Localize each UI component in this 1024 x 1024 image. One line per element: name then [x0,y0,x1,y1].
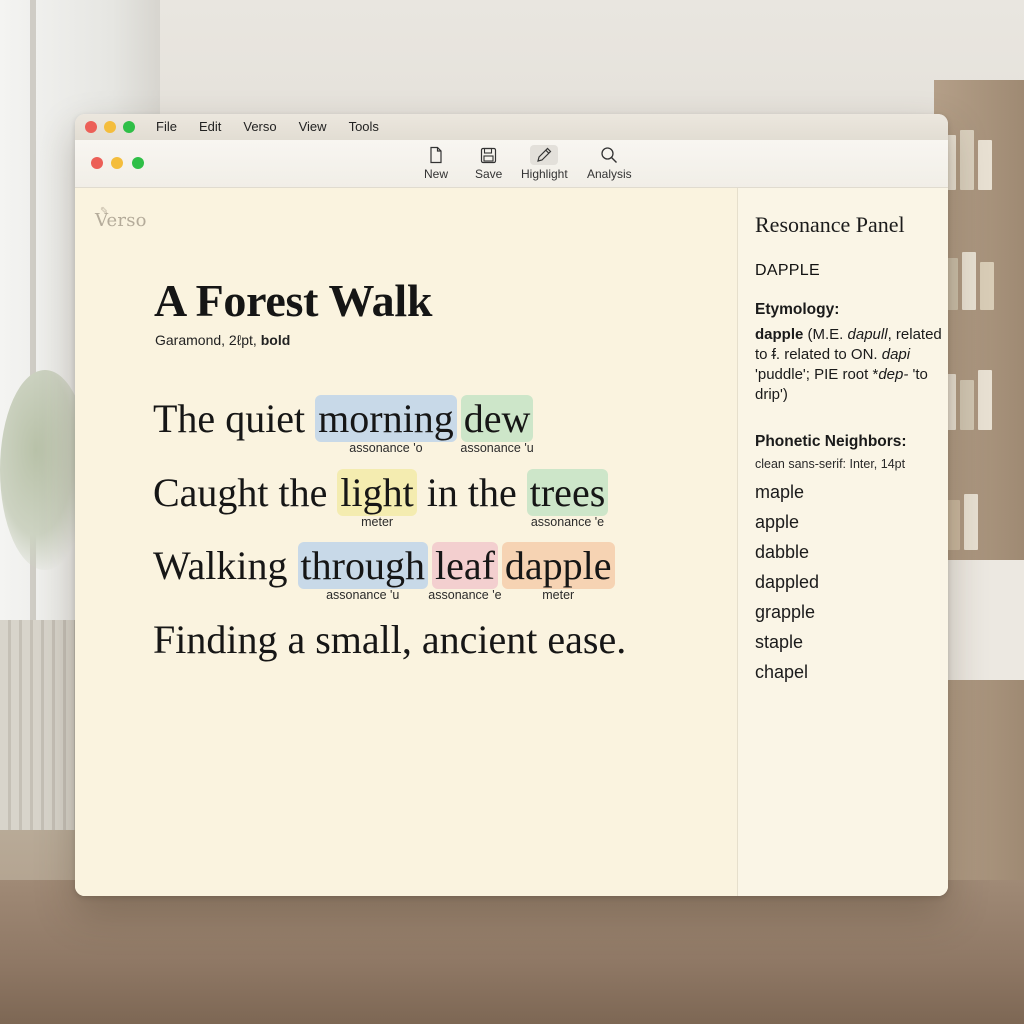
poem-line-4[interactable]: Finding a small, ancient ease. [153,616,626,666]
annotation-tag: assonance 'e [428,588,502,602]
poem-line-1[interactable]: The quiet morning assonance 'o dew assonanc… [153,395,534,455]
word-text: morning [318,396,454,441]
neighbor-item[interactable]: chapel [755,660,819,690]
annotation-tag: meter [361,515,394,529]
menubar-close-button[interactable] [85,121,97,133]
word-text: through [300,543,425,588]
word-text: dapple [504,543,612,588]
system-menubar: File Edit Verso View Tools [75,114,948,141]
zoom-button[interactable] [132,157,144,169]
font-info-bold: bold [260,332,291,348]
poem-line-3[interactable]: Walking through assonance 'u leaf assonance… [153,542,615,602]
word-text: light [340,470,414,515]
analysis-button[interactable]: Analysis [587,145,632,181]
ety-word: dapple [755,326,804,343]
app-window: New Save Highlight Analysis ✎ Verso A Fo… [75,140,948,896]
menu-edit[interactable]: Edit [199,118,221,136]
neighbor-item[interactable]: staple [755,630,819,660]
new-button[interactable]: New [424,145,448,181]
phonetic-neighbors-heading: Phonetic Neighbors: [755,433,907,450]
word-text: dew [463,396,531,441]
save-button[interactable]: Save [475,145,502,181]
highlighted-word[interactable]: dapple meter [501,542,615,602]
neighbor-item[interactable]: apple [755,510,819,540]
annotation-tag: assonance 'o [349,441,423,455]
highlighted-word[interactable]: dew assonance 'u [460,395,534,455]
ety-part: 'puddle'; PIE root * [755,366,879,383]
analysis-label: Analysis [587,167,632,181]
word-text: trees [529,470,606,515]
annotation-tag: assonance 'u [460,441,534,455]
annotation-tag: meter [542,588,575,602]
highlighted-word[interactable]: trees assonance 'e [526,469,609,529]
panel-title: Resonance Panel [755,212,905,237]
etymology-heading: Etymology: [755,301,840,318]
phonetic-neighbors-list: maple apple dabble dappled grapple stapl… [755,480,819,690]
line-text: The quiet [153,396,306,441]
line-text: Caught the [153,470,328,515]
background-radiator [0,620,80,830]
document-icon [425,145,447,165]
menubar-zoom-button[interactable] [123,121,135,133]
ety-me: dapull [847,326,888,343]
save-label: Save [475,167,503,181]
line-text: Walking [153,543,288,588]
selected-word: DAPPLE [755,262,820,279]
poem-line-2[interactable]: Caught the light meter in the trees assona… [153,469,609,529]
highlighted-word[interactable]: through assonance 'u [297,542,428,602]
highlight-label: Highlight [521,167,568,181]
editor-canvas[interactable]: ✎ Verso A Forest Walk Garamond, 2ℓpt, bo… [75,188,737,896]
neighbor-item[interactable]: dabble [755,540,819,570]
minimize-button[interactable] [111,157,123,169]
neighbor-item[interactable]: maple [755,480,819,510]
magnifier-icon [598,145,620,165]
phonetic-neighbors-subtitle: clean sans-serif: Inter, 14pt [755,457,906,471]
ety-part: . related to ON. [775,346,882,363]
font-info-prefix: Garamond, 2 [155,332,237,348]
toolbar: New Save Highlight Analysis [75,140,948,188]
outer-window: File Edit Verso View Tools New Save High… [75,114,948,896]
close-button[interactable] [91,157,103,169]
verso-logo: ✎ Verso [95,206,147,231]
highlighted-word[interactable]: leaf assonance 'e [428,542,502,602]
pencil-icon [530,145,559,165]
annotation-tag: assonance 'e [530,515,605,529]
resonance-panel: Resonance Panel DAPPLE Etymology: dapple… [738,188,948,896]
new-label: New [424,167,449,181]
floppy-disk-icon [478,145,500,165]
poem-title[interactable]: A Forest Walk [154,274,432,327]
feather-icon: ✎ [100,206,109,217]
highlighted-word[interactable]: light meter [337,469,417,529]
menu-items: File Edit Verso View Tools [156,118,401,136]
ety-pie: dep- [878,366,909,383]
menubar-minimize-button[interactable] [104,121,116,133]
highlight-button[interactable]: Highlight [521,145,568,181]
annotation-tag: assonance 'u [326,588,400,602]
word-text: leaf [434,543,495,588]
line-text: in the [426,470,517,515]
neighbor-item[interactable]: dappled [755,570,819,600]
etymology-text: dapple (M.E. dapull, related to ᵮ. relat… [755,325,945,405]
neighbor-item[interactable]: grapple [755,600,819,630]
menu-view[interactable]: View [299,118,327,136]
menu-tools[interactable]: Tools [349,118,379,136]
ety-part: (M.E. [803,326,848,343]
menu-verso[interactable]: Verso [243,118,276,136]
background-floor [0,880,1024,1024]
font-info: Garamond, 2ℓpt, bold [155,332,290,348]
font-info-mid: pt, [241,332,261,348]
highlighted-word[interactable]: morning assonance 'o [315,395,457,455]
ety-on: dapi [881,346,911,363]
menu-file[interactable]: File [156,118,177,136]
